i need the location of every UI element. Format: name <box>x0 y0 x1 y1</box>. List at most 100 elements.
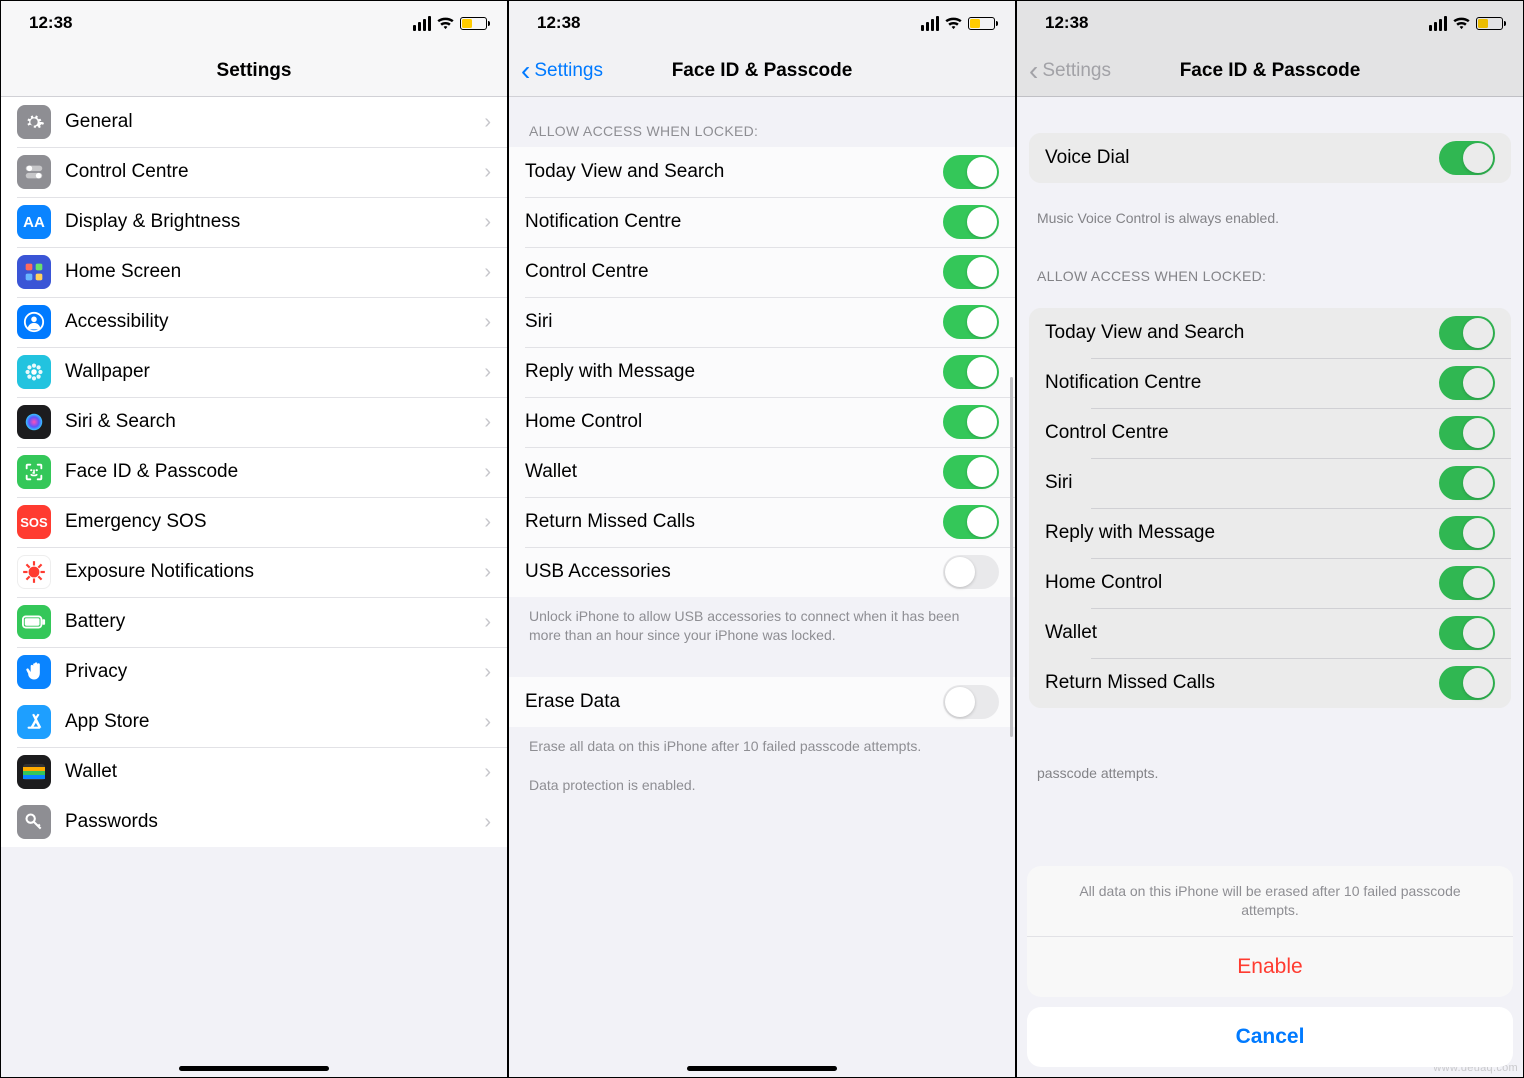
voice-footer: Music Voice Control is always enabled. <box>1017 199 1523 246</box>
erase-data-row[interactable]: Erase Data <box>509 677 1015 727</box>
page-title: Settings <box>1 60 507 82</box>
settings-row-app-store[interactable]: App Store› <box>1 697 507 747</box>
settings-row-exposure-notifications[interactable]: Exposure Notifications› <box>1 547 507 597</box>
chevron-right-icon: › <box>484 461 491 484</box>
toggle[interactable] <box>1439 316 1495 350</box>
toggle[interactable] <box>943 405 999 439</box>
access-row-reply-with-message[interactable]: Reply with Message <box>509 347 1015 397</box>
settings-row-siri-search[interactable]: Siri & Search› <box>1 397 507 447</box>
row-label: USB Accessories <box>525 561 943 583</box>
chevron-right-icon: › <box>484 561 491 584</box>
access-row-home-control[interactable]: Home Control <box>509 397 1015 447</box>
usb-footer: Unlock iPhone to allow USB accessories t… <box>509 597 1015 663</box>
erase-data-toggle[interactable] <box>943 685 999 719</box>
access-row-control-centre[interactable]: Control Centre <box>509 247 1015 297</box>
access-row-siri[interactable]: Siri <box>1029 458 1511 508</box>
row-label: Passwords <box>65 811 484 833</box>
wallet-icon <box>17 755 51 789</box>
settings-row-face-id-passcode[interactable]: Face ID & Passcode› <box>1 447 507 497</box>
erase-footer: Erase all data on this iPhone after 10 f… <box>509 727 1015 774</box>
settings-list[interactable]: General›Control Centre›AADisplay & Brigh… <box>1 97 507 1077</box>
toggle[interactable] <box>943 205 999 239</box>
access-row-home-control[interactable]: Home Control <box>1029 558 1511 608</box>
row-label: Reply with Message <box>1045 522 1439 544</box>
home-indicator[interactable] <box>179 1066 329 1071</box>
toggle[interactable] <box>1439 416 1495 450</box>
access-row-notification-centre[interactable]: Notification Centre <box>509 197 1015 247</box>
toggle[interactable] <box>943 455 999 489</box>
access-row-wallet[interactable]: Wallet <box>1029 608 1511 658</box>
voice-dial-toggle[interactable] <box>1439 141 1495 175</box>
faceid-icon <box>17 455 51 489</box>
row-label: Home Control <box>525 411 943 433</box>
chevron-left-icon: ‹ <box>521 57 530 85</box>
settings-row-accessibility[interactable]: Accessibility› <box>1 297 507 347</box>
access-row-return-missed-calls[interactable]: Return Missed Calls <box>509 497 1015 547</box>
row-label: Wallpaper <box>65 361 484 383</box>
settings-row-battery[interactable]: Battery› <box>1 597 507 647</box>
gear-icon <box>17 105 51 139</box>
row-label: Battery <box>65 611 484 633</box>
settings-row-privacy[interactable]: Privacy› <box>1 647 507 697</box>
settings-row-wallet[interactable]: Wallet› <box>1 747 507 797</box>
access-row-usb-accessories[interactable]: USB Accessories <box>509 547 1015 597</box>
enable-button[interactable]: Enable <box>1027 937 1513 997</box>
access-row-today-view-and-search[interactable]: Today View and Search <box>509 147 1015 197</box>
toggle[interactable] <box>943 305 999 339</box>
settings-row-display-brightness[interactable]: AADisplay & Brightness› <box>1 197 507 247</box>
toggle[interactable] <box>1439 516 1495 550</box>
row-label: Wallet <box>65 761 484 783</box>
voice-dial-row[interactable]: Voice Dial <box>1029 133 1511 183</box>
chevron-right-icon: › <box>484 361 491 384</box>
toggle[interactable] <box>1439 366 1495 400</box>
access-row-siri[interactable]: Siri <box>509 297 1015 347</box>
back-label: Settings <box>534 60 603 82</box>
status-time: 12:38 <box>537 13 580 33</box>
settings-row-wallpaper[interactable]: Wallpaper› <box>1 347 507 397</box>
data-protection-footer: Data protection is enabled. <box>509 774 1015 813</box>
access-row-today-view-and-search[interactable]: Today View and Search <box>1029 308 1511 358</box>
access-row-notification-centre[interactable]: Notification Centre <box>1029 358 1511 408</box>
access-row-wallet[interactable]: Wallet <box>509 447 1015 497</box>
toggle[interactable] <box>943 355 999 389</box>
section-header-allow: ALLOW ACCESS WHEN LOCKED: <box>1017 246 1523 292</box>
battery-icon <box>1476 17 1503 30</box>
settings-row-passwords[interactable]: Passwords› <box>1 797 507 847</box>
status-time: 12:38 <box>29 13 72 33</box>
back-button[interactable]: ‹ Settings <box>1029 57 1111 85</box>
chevron-right-icon: › <box>484 311 491 334</box>
toggle[interactable] <box>943 505 999 539</box>
scrollbar[interactable] <box>1010 377 1013 737</box>
row-label: Return Missed Calls <box>525 511 943 533</box>
row-label: Accessibility <box>65 311 484 333</box>
section-header-allow: ALLOW ACCESS WHEN LOCKED: <box>509 101 1015 147</box>
toggle[interactable] <box>1439 616 1495 650</box>
access-row-return-missed-calls[interactable]: Return Missed Calls <box>1029 658 1511 708</box>
row-label: Emergency SOS <box>65 511 484 533</box>
chevron-right-icon: › <box>484 611 491 634</box>
settings-row-control-centre[interactable]: Control Centre› <box>1 147 507 197</box>
chevron-right-icon: › <box>484 761 491 784</box>
wifi-icon <box>1453 17 1470 30</box>
toggle[interactable] <box>1439 466 1495 500</box>
home-indicator[interactable] <box>687 1066 837 1071</box>
toggle[interactable] <box>943 255 999 289</box>
faceid-settings[interactable]: ALLOW ACCESS WHEN LOCKED: Today View and… <box>509 97 1015 1077</box>
row-label: Home Control <box>1045 572 1439 594</box>
access-row-control-centre[interactable]: Control Centre <box>1029 408 1511 458</box>
toggle[interactable] <box>1439 566 1495 600</box>
key-icon <box>17 805 51 839</box>
battery-icon <box>460 17 487 30</box>
toggle[interactable] <box>943 155 999 189</box>
settings-row-home-screen[interactable]: Home Screen› <box>1 247 507 297</box>
settings-row-general[interactable]: General› <box>1 97 507 147</box>
access-row-reply-with-message[interactable]: Reply with Message <box>1029 508 1511 558</box>
settings-row-emergency-sos[interactable]: SOSEmergency SOS› <box>1 497 507 547</box>
toggle[interactable] <box>1439 666 1495 700</box>
cancel-button[interactable]: Cancel <box>1027 1007 1513 1067</box>
cellular-signal-icon <box>1429 16 1447 31</box>
back-button[interactable]: ‹ Settings <box>521 57 603 85</box>
row-label: Control Centre <box>65 161 484 183</box>
toggle[interactable] <box>943 555 999 589</box>
action-sheet: All data on this iPhone will be erased a… <box>1027 866 1513 1067</box>
